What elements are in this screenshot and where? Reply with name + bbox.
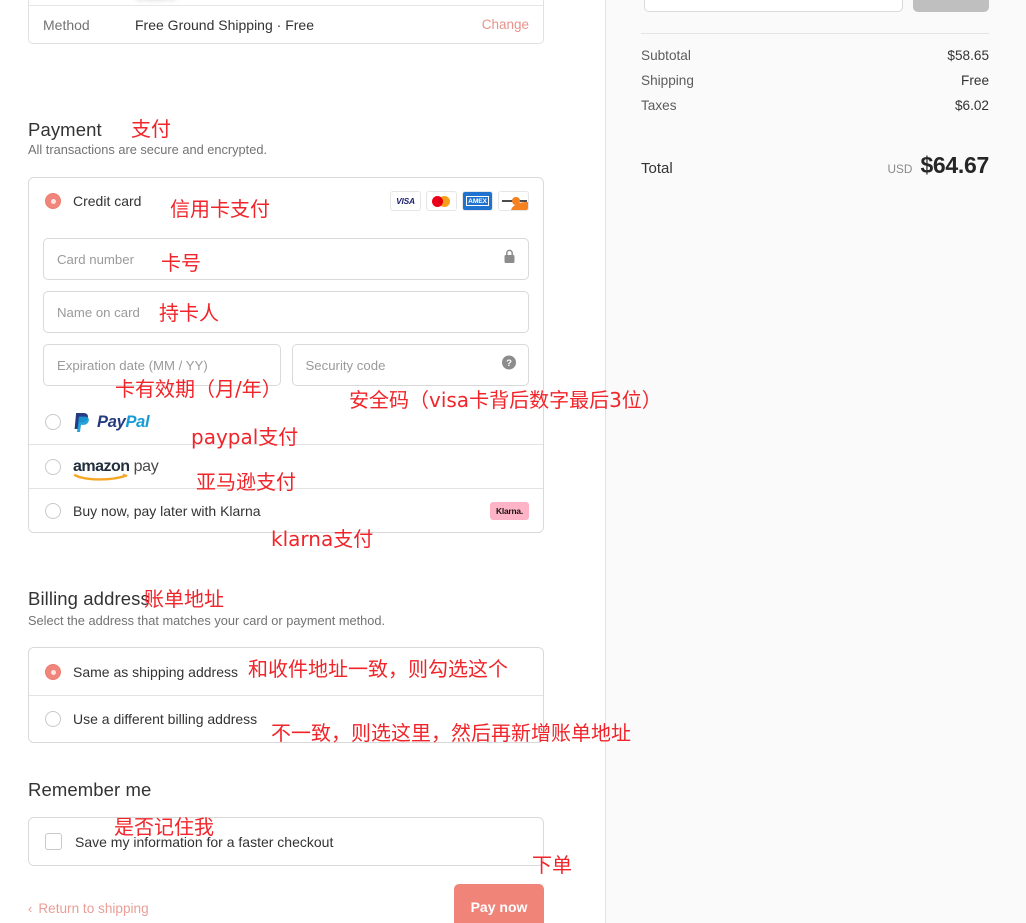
discount-code-row <box>644 0 989 12</box>
paypal-radio[interactable] <box>45 414 61 430</box>
credit-card-fields: Card number Name on card Expiration date… <box>29 224 543 400</box>
payment-methods-box: Credit card VISA AMEX Card number Name o… <box>28 177 544 533</box>
save-info-label: Save my information for a faster checkou… <box>75 833 334 850</box>
summary-divider <box>641 33 989 34</box>
summary-row-taxes: Taxes $6.02 <box>641 98 989 113</box>
klarna-label: Buy now, pay later with Klarna <box>73 502 261 519</box>
expiration-date-field[interactable]: Expiration date (MM / YY) <box>43 344 281 386</box>
help-icon[interactable]: ? <box>501 355 517 376</box>
billing-address-subtitle: Select the address that matches your car… <box>28 613 386 628</box>
return-to-shipping-label: Return to shipping <box>38 901 149 916</box>
billing-option-different-address[interactable]: Use a different billing address <box>29 695 543 742</box>
mastercard-icon <box>426 191 457 211</box>
recap-value-ship-to: 1050 Auto Center Dr 1050, Glendora CA 91… <box>135 0 482 2</box>
remember-me-option[interactable]: Save my information for a faster checkou… <box>29 818 543 865</box>
payment-heading: Payment <box>28 119 102 140</box>
taxes-label: Taxes <box>641 98 677 113</box>
recap-row-method: Method Free Ground Shipping · Free Chang… <box>29 5 543 43</box>
amex-icon: AMEX <box>462 191 493 211</box>
payment-subtitle: All transactions are secure and encrypte… <box>28 142 268 157</box>
amazon-pay-radio[interactable] <box>45 458 61 475</box>
klarna-radio[interactable] <box>45 502 61 519</box>
name-on-card-placeholder: Name on card <box>57 304 140 320</box>
summary-row-subtotal: Subtotal $58.65 <box>641 48 989 63</box>
same-as-shipping-radio[interactable] <box>45 663 61 680</box>
subtotal-label: Subtotal <box>641 48 691 63</box>
different-billing-label: Use a different billing address <box>73 711 258 727</box>
recap-value-method: Free Ground Shipping · Free <box>135 16 314 33</box>
card-number-field[interactable]: Card number <box>43 238 529 280</box>
same-as-shipping-label: Same as shipping address <box>73 663 238 680</box>
credit-card-label: Credit card <box>73 193 142 209</box>
total-currency: USD <box>887 162 913 176</box>
billing-address-box: Same as shipping address Use a different… <box>28 647 544 743</box>
security-code-field[interactable]: Security code ? <box>291 344 529 386</box>
subtotal-value: $58.65 <box>947 48 989 63</box>
expiration-placeholder: Expiration date (MM / YY) <box>57 357 208 373</box>
visa-icon: VISA <box>390 191 421 211</box>
pay-now-button[interactable]: Pay now <box>454 884 544 923</box>
paypal-logo: PayPal <box>73 412 150 433</box>
payment-option-paypal[interactable]: PayPal <box>29 400 543 444</box>
checkout-main-column: Ship to 1050 Auto Center Dr 1050, Glendo… <box>0 0 605 923</box>
amazon-smile-icon <box>74 472 128 481</box>
discount-code-input[interactable] <box>644 0 903 12</box>
checkout-page: Ship to 1050 Auto Center Dr 1050, Glendo… <box>0 0 1026 923</box>
order-summary-column <box>605 0 1026 923</box>
billing-address-heading: Billing address <box>28 588 150 609</box>
card-number-placeholder: Card number <box>57 251 134 267</box>
payment-option-amazon-pay[interactable]: amazon pay <box>29 444 543 488</box>
name-on-card-field[interactable]: Name on card <box>43 291 529 333</box>
chevron-left-icon: ‹ <box>28 901 33 916</box>
card-brand-marks: VISA AMEX <box>390 191 529 211</box>
paypal-mark-icon <box>73 412 92 433</box>
total-amount: $64.67 <box>920 152 989 178</box>
recap-label-method: Method <box>43 16 90 33</box>
total-label: Total <box>641 160 673 177</box>
total-amount-group: USD $64.67 <box>887 152 990 179</box>
save-info-checkbox[interactable] <box>45 833 62 850</box>
lock-icon <box>502 249 517 270</box>
security-code-placeholder: Security code <box>305 357 386 373</box>
paypal-wordmark: PayPal <box>97 412 150 431</box>
payment-option-klarna[interactable]: Buy now, pay later with Klarna Klarna. <box>29 488 543 532</box>
different-billing-radio[interactable] <box>45 711 61 727</box>
discover-icon <box>498 191 529 211</box>
amazon-pay-logo: amazon pay <box>73 458 159 481</box>
summary-row-total: Total USD $64.67 <box>641 152 989 179</box>
billing-option-same-as-shipping[interactable]: Same as shipping address <box>29 648 543 695</box>
shipping-label: Shipping <box>641 73 694 88</box>
remember-me-heading: Remember me <box>28 779 152 800</box>
remember-me-box: Save my information for a faster checkou… <box>28 817 544 866</box>
return-to-shipping-link[interactable]: ‹ Return to shipping <box>28 901 149 916</box>
svg-text:?: ? <box>506 358 512 369</box>
change-method-link[interactable]: Change <box>482 17 529 32</box>
apply-discount-button[interactable] <box>913 0 989 12</box>
card-expiry-cvv-row: Expiration date (MM / YY) Security code … <box>43 344 529 386</box>
shipping-recap-card: Ship to 1050 Auto Center Dr 1050, Glendo… <box>28 0 544 44</box>
taxes-value: $6.02 <box>954 98 989 113</box>
summary-row-shipping: Shipping Free <box>641 73 989 88</box>
payment-option-credit-card[interactable]: Credit card VISA AMEX <box>29 178 543 224</box>
shipping-value: Free <box>961 73 989 88</box>
credit-card-radio[interactable] <box>45 193 61 209</box>
klarna-badge: Klarna. <box>490 501 529 520</box>
